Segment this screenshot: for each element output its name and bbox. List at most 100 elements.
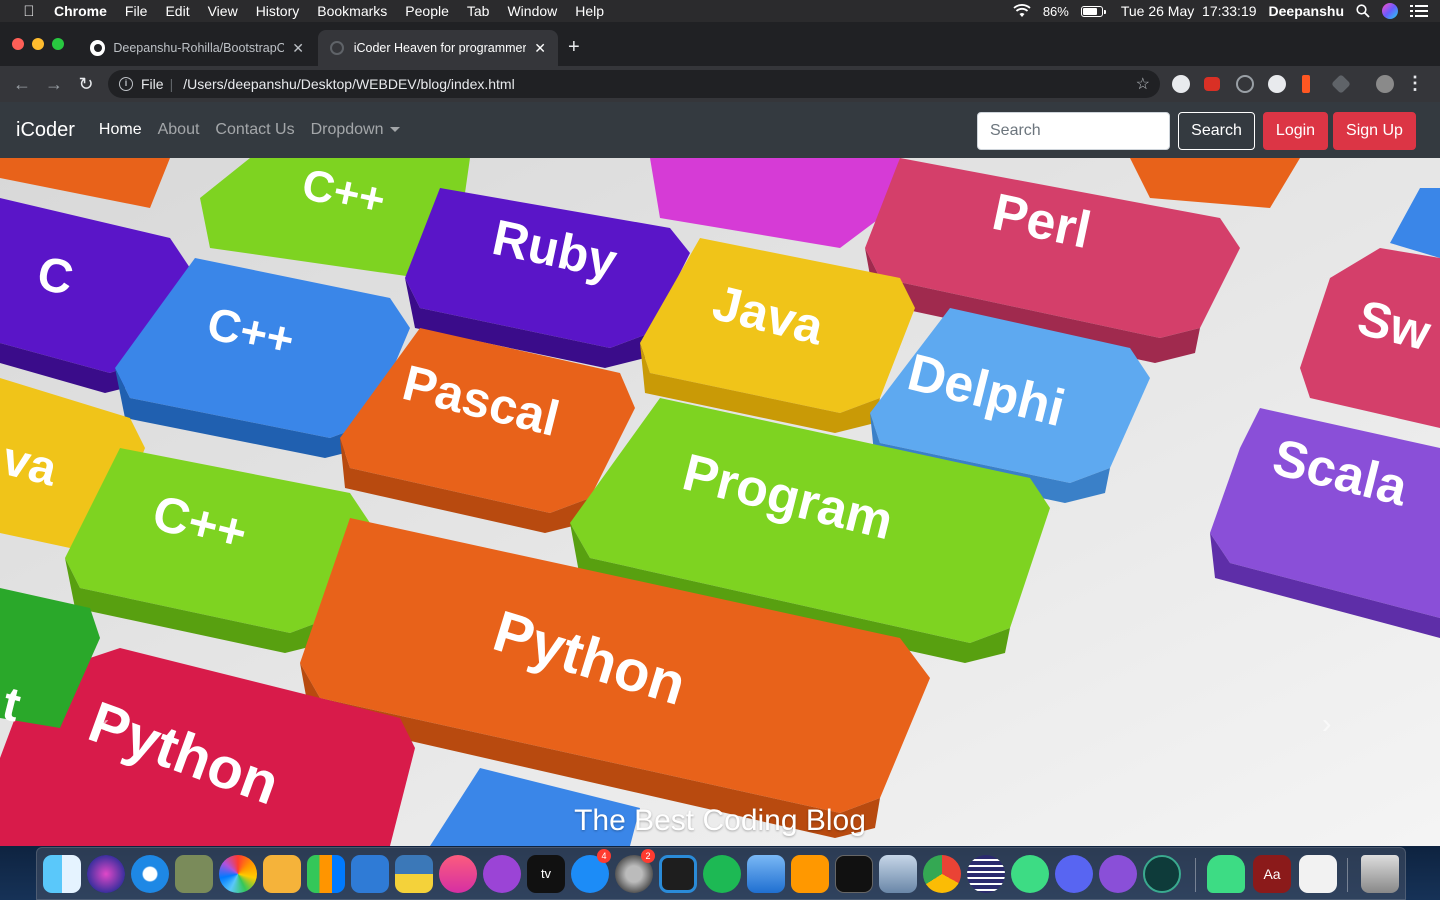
menu-history[interactable]: History bbox=[256, 3, 300, 19]
search-input[interactable]: Search bbox=[977, 112, 1170, 150]
back-arrow-icon[interactable]: ← bbox=[10, 72, 34, 96]
new-tab-button[interactable]: + bbox=[568, 36, 580, 59]
textedit-icon[interactable] bbox=[1299, 855, 1337, 893]
menu-edit[interactable]: Edit bbox=[165, 3, 189, 19]
xcode-icon[interactable] bbox=[747, 855, 785, 893]
nav-contact[interactable]: Contact Us bbox=[215, 121, 294, 139]
carousel-next-icon[interactable]: › bbox=[1322, 708, 1331, 740]
nav-about[interactable]: About bbox=[158, 121, 200, 139]
android-file-transfer-icon[interactable] bbox=[1207, 855, 1245, 893]
nav-dropdown[interactable]: Dropdown bbox=[311, 121, 400, 139]
pages-icon[interactable] bbox=[263, 855, 301, 893]
dock-separator bbox=[1347, 858, 1348, 892]
spotlight-icon[interactable] bbox=[1356, 4, 1370, 18]
signup-button[interactable]: Sign Up bbox=[1333, 112, 1416, 150]
terminal-icon[interactable] bbox=[835, 855, 873, 893]
login-button[interactable]: Login bbox=[1263, 112, 1328, 150]
discord-icon[interactable] bbox=[1055, 855, 1093, 893]
spotify-icon[interactable] bbox=[703, 855, 741, 893]
chrome-menu-icon[interactable]: ⋮ bbox=[1406, 73, 1424, 94]
siri-app-icon[interactable] bbox=[87, 855, 125, 893]
carousel: C C++ Ruby Perl C++ Java Delphi Sw Pasca… bbox=[0, 158, 1440, 846]
caret-down-icon bbox=[389, 127, 400, 133]
chrome-icon[interactable] bbox=[923, 855, 961, 893]
menu-bookmarks[interactable]: Bookmarks bbox=[317, 3, 387, 19]
sublime-text-icon[interactable] bbox=[791, 855, 829, 893]
carousel-prev-icon[interactable]: ‹ bbox=[100, 708, 109, 740]
profile-avatar[interactable] bbox=[1376, 75, 1394, 93]
browser-tab-bar: Deepanshu-Rohilla/BootstrapC ✕ iCoder He… bbox=[0, 22, 1440, 66]
android-studio-icon[interactable] bbox=[1011, 855, 1049, 893]
music-icon[interactable] bbox=[439, 855, 477, 893]
apple-tv-icon[interactable]: tv bbox=[527, 855, 565, 893]
clock[interactable]: Tue 26 May 17:33:19 bbox=[1121, 3, 1257, 19]
eclipse-icon[interactable] bbox=[967, 855, 1005, 893]
menu-file[interactable]: File bbox=[125, 3, 148, 19]
user-name[interactable]: Deepanshu bbox=[1269, 3, 1344, 19]
extension-icon[interactable] bbox=[1268, 75, 1286, 93]
dictionary-icon[interactable]: Aa bbox=[1253, 855, 1291, 893]
github-desktop-icon[interactable] bbox=[1099, 855, 1137, 893]
carousel-caption: The Best Coding Blog bbox=[574, 804, 866, 837]
menu-tab[interactable]: Tab bbox=[467, 3, 490, 19]
close-window-button[interactable] bbox=[12, 38, 24, 50]
gitkraken-icon[interactable] bbox=[1143, 855, 1181, 893]
tab-title: iCoder Heaven for programmer bbox=[353, 41, 527, 55]
preview-icon[interactable] bbox=[879, 855, 917, 893]
wifi-icon[interactable] bbox=[1013, 4, 1031, 18]
apple-icon[interactable]:  bbox=[18, 3, 40, 20]
trash-icon[interactable] bbox=[1361, 855, 1399, 893]
app-store-badge: 4 bbox=[597, 849, 611, 863]
search-button[interactable]: Search bbox=[1178, 112, 1255, 150]
reload-icon[interactable]: ↻ bbox=[74, 72, 98, 96]
mail-icon[interactable] bbox=[175, 855, 213, 893]
forward-arrow-icon[interactable]: → bbox=[42, 72, 66, 96]
close-tab-icon[interactable]: ✕ bbox=[534, 40, 546, 57]
url-scheme: File bbox=[141, 76, 164, 92]
site-brand[interactable]: iCoder bbox=[16, 119, 75, 142]
menu-help[interactable]: Help bbox=[575, 3, 604, 19]
numbers-icon[interactable] bbox=[307, 855, 345, 893]
browser-toolbar: ← → ↻ i File | /Users/deepanshu/Desktop/… bbox=[0, 66, 1440, 102]
minimize-window-button[interactable] bbox=[32, 38, 44, 50]
menu-view[interactable]: View bbox=[208, 3, 238, 19]
notification-center-icon[interactable] bbox=[1410, 5, 1428, 17]
keyboard-keys-image: C C++ Ruby Perl C++ Java Delphi Sw Pasca… bbox=[0, 158, 1440, 846]
keynote-icon[interactable] bbox=[351, 855, 389, 893]
finder-icon[interactable] bbox=[43, 855, 81, 893]
info-icon[interactable]: i bbox=[119, 77, 133, 91]
battery-percent: 86% bbox=[1042, 3, 1069, 19]
address-bar[interactable]: i File | /Users/deepanshu/Desktop/WEBDEV… bbox=[108, 70, 1160, 98]
extension-icon[interactable] bbox=[1204, 77, 1220, 91]
zoom-window-button[interactable] bbox=[52, 38, 64, 50]
menu-window[interactable]: Window bbox=[507, 3, 557, 19]
extension-icon[interactable] bbox=[1302, 75, 1310, 93]
vscode-icon[interactable] bbox=[659, 855, 697, 893]
safari-icon[interactable] bbox=[131, 855, 169, 893]
close-tab-icon[interactable]: ✕ bbox=[292, 40, 304, 57]
menu-people[interactable]: People bbox=[405, 3, 449, 19]
bookmark-star-icon[interactable]: ☆ bbox=[1136, 74, 1150, 94]
macos-dock: tv Aa bbox=[36, 847, 1406, 900]
system-preferences-badge: 2 bbox=[641, 849, 655, 863]
browser-tab[interactable]: Deepanshu-Rohilla/BootstrapC ✕ bbox=[78, 30, 316, 66]
github-extension-icon[interactable] bbox=[1172, 75, 1190, 93]
browser-tab-active[interactable]: iCoder Heaven for programmer ✕ bbox=[318, 30, 558, 66]
extension-icon[interactable] bbox=[1331, 74, 1351, 94]
photos-icon[interactable] bbox=[219, 855, 257, 893]
grammarly-extension-icon[interactable] bbox=[1236, 75, 1254, 93]
dock-separator bbox=[1195, 858, 1196, 892]
python-launcher-icon[interactable] bbox=[395, 855, 433, 893]
siri-icon[interactable] bbox=[1382, 3, 1398, 19]
github-icon bbox=[90, 40, 106, 56]
podcasts-icon[interactable] bbox=[483, 855, 521, 893]
macos-menu-bar:  Chrome File Edit View History Bookmark… bbox=[0, 0, 1440, 22]
battery-icon[interactable] bbox=[1080, 5, 1106, 17]
tab-title: Deepanshu-Rohilla/BootstrapC bbox=[113, 41, 285, 55]
nav-dropdown-label: Dropdown bbox=[310, 121, 384, 138]
menu-app-name[interactable]: Chrome bbox=[54, 3, 107, 19]
site-navbar: iCoder Home About Contact Us Dropdown Se… bbox=[0, 102, 1440, 158]
window-controls bbox=[12, 38, 64, 50]
nav-home[interactable]: Home bbox=[99, 121, 142, 139]
url-separator: | bbox=[169, 76, 174, 92]
